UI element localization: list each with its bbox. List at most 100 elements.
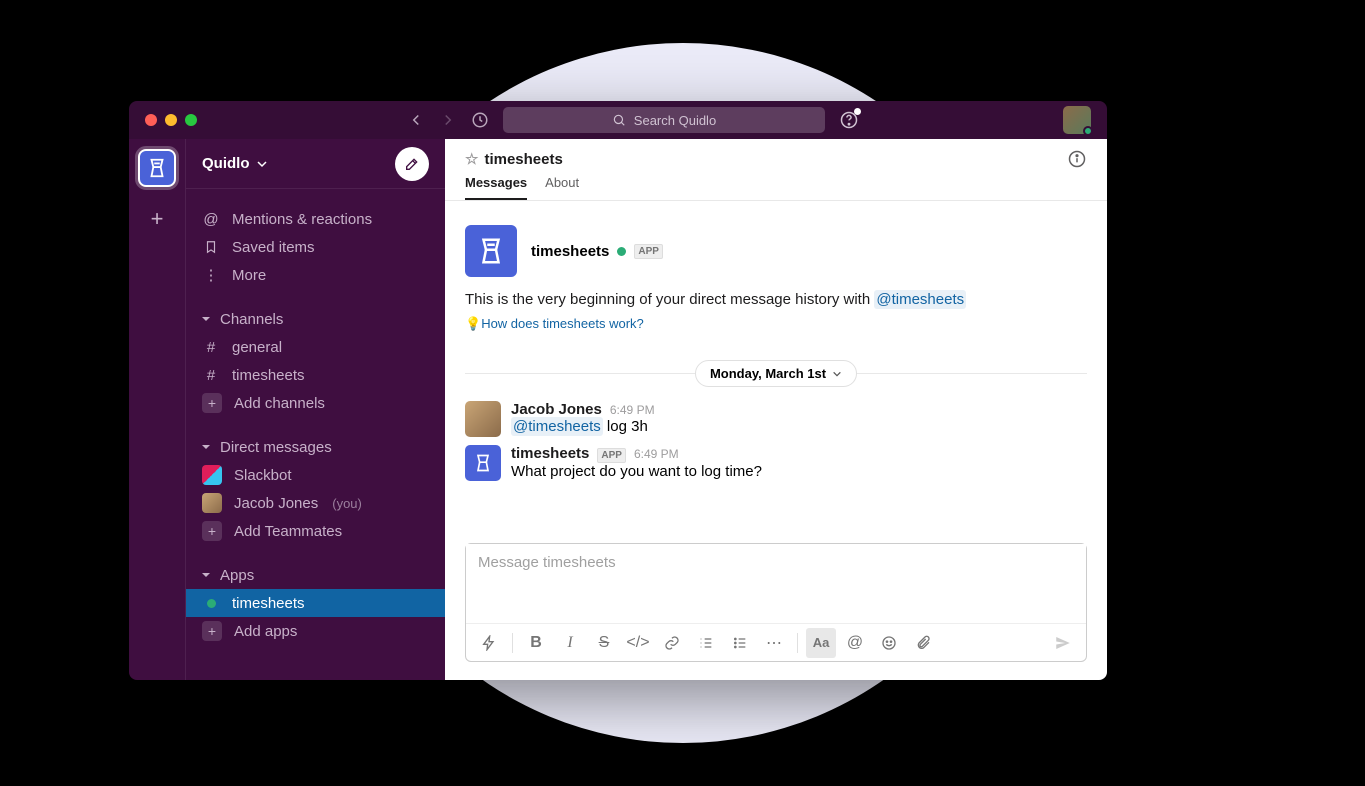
apps-header[interactable]: Apps [186,561,445,589]
message: Jacob Jones 6:49 PM @timesheets log 3h [465,401,1087,437]
app-logo [465,225,517,277]
shortcuts-button[interactable] [474,628,504,658]
chevron-down-icon [832,369,842,379]
message: timesheets APP 6:49 PM What project do y… [465,445,1087,481]
app-timesheets[interactable]: timesheets [186,589,445,617]
send-button[interactable] [1048,628,1078,658]
channel-title[interactable]: ☆ timesheets [465,150,563,168]
code-button[interactable]: </> [623,628,653,658]
add-teammates-button[interactable]: + Add Teammates [186,517,445,545]
workspace-rail: + [129,139,185,680]
sidebar: Quidlo @ Mentions & reactions Saved item… [185,139,445,680]
app-window: Search Quidlo + Quidlo [129,101,1107,680]
channels-header[interactable]: Channels [186,305,445,333]
ordered-list-button[interactable] [691,628,721,658]
channel-label: timesheets [232,367,305,384]
at-icon: @ [202,211,220,228]
close-window-button[interactable] [145,114,157,126]
channel-timesheets[interactable]: # timesheets [186,361,445,389]
message-text: What project do you want to log time? [511,463,762,480]
how-it-works-link[interactable]: How does timesheets work? [481,316,644,331]
add-label: Add channels [234,395,325,412]
compose-button[interactable] [395,147,429,181]
message-avatar[interactable] [465,445,501,481]
add-apps-button[interactable]: + Add apps [186,617,445,645]
strike-button[interactable]: S [589,628,619,658]
emoji-button[interactable] [874,628,904,658]
italic-button[interactable]: I [555,628,585,658]
channel-label: general [232,339,282,356]
message-author[interactable]: Jacob Jones [511,401,602,418]
sidebar-saved[interactable]: Saved items [186,233,445,261]
sidebar-item-label: Mentions & reactions [232,211,372,228]
hash-icon: # [202,339,220,356]
chevron-down-icon [256,158,268,170]
search-input[interactable]: Search Quidlo [503,107,825,133]
dms-header[interactable]: Direct messages [186,433,445,461]
workspace-name: Quidlo [202,155,250,172]
star-icon[interactable]: ☆ [465,150,478,168]
back-button[interactable] [407,111,425,129]
main-pane: ☆ timesheets Messages About timesheets [445,139,1107,680]
more-formatting-button[interactable]: ⋯ [759,628,789,658]
message-composer: B I S </> ⋯ Aa @ [465,543,1087,662]
mention-button[interactable]: @ [840,628,870,658]
presence-icon [617,247,626,256]
section-label: Direct messages [220,439,332,456]
composer-input[interactable] [466,544,1086,618]
window-controls [145,114,197,126]
tab-about[interactable]: About [545,175,579,200]
dm-jacob-jones[interactable]: Jacob Jones (you) [186,489,445,517]
plus-icon: + [202,393,222,413]
message-author[interactable]: timesheets [511,445,589,462]
plus-icon: + [202,621,222,641]
help-button[interactable] [839,110,859,130]
message-avatar[interactable] [465,401,501,437]
attach-button[interactable] [908,628,938,658]
message-time: 6:49 PM [610,403,655,417]
details-button[interactable] [1067,149,1087,169]
bullet-list-button[interactable] [725,628,755,658]
add-label: Add Teammates [234,523,342,540]
date-divider[interactable]: Monday, March 1st [695,360,857,387]
sidebar-more[interactable]: ⋮ More [186,261,445,289]
workspace-icon[interactable] [138,149,176,187]
user-avatar-icon [202,493,222,513]
dm-label: Jacob Jones [234,495,318,512]
message-text: @timesheets log 3h [511,418,655,435]
workspace-switcher[interactable]: Quidlo [202,155,268,172]
history-button[interactable] [471,111,489,129]
link-button[interactable] [657,628,687,658]
add-workspace-button[interactable]: + [139,201,175,237]
maximize-window-button[interactable] [185,114,197,126]
sidebar-item-label: More [232,267,266,284]
mention[interactable]: @timesheets [511,417,603,436]
sidebar-mentions[interactable]: @ Mentions & reactions [186,205,445,233]
slackbot-avatar [202,465,222,485]
app-badge: APP [597,448,626,463]
dm-slackbot[interactable]: Slackbot [186,461,445,489]
intro-text: This is the very beginning of your direc… [465,291,1087,308]
search-placeholder: Search Quidlo [634,113,716,128]
bold-button[interactable]: B [521,628,551,658]
app-label: timesheets [232,595,305,612]
mention[interactable]: @timesheets [874,290,966,309]
presence-icon [1083,126,1093,136]
minimize-window-button[interactable] [165,114,177,126]
presence-icon [207,599,216,608]
tab-messages[interactable]: Messages [465,175,527,200]
toggle-formatting-button[interactable]: Aa [806,628,836,658]
add-channels-button[interactable]: + Add channels [186,389,445,417]
caret-down-icon [200,569,212,581]
caret-down-icon [200,313,212,325]
forward-button[interactable] [439,111,457,129]
app-badge: APP [634,244,663,259]
you-label: (you) [332,496,362,511]
search-icon [612,113,626,127]
caret-down-icon [200,441,212,453]
section-label: Apps [220,567,254,584]
section-label: Channels [220,311,283,328]
user-avatar[interactable] [1063,106,1091,134]
channel-general[interactable]: # general [186,333,445,361]
titlebar: Search Quidlo [129,101,1107,139]
